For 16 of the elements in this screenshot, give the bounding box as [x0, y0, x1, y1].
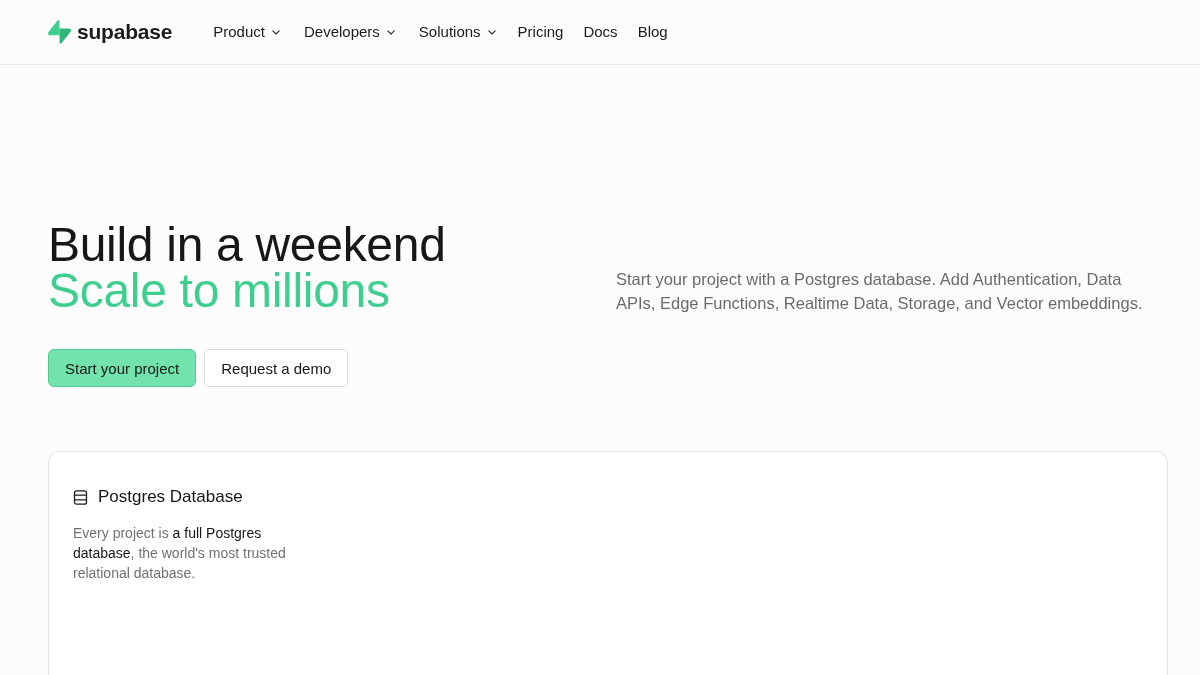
- request-demo-button[interactable]: Request a demo: [204, 349, 349, 387]
- nav-menu-button[interactable]: Solutions: [406, 16, 508, 48]
- logo-wordmark[interactable]: supabase: [77, 20, 173, 44]
- hero-title: Build in a weekend: [48, 222, 446, 268]
- nav-menu-button[interactable]: Product: [201, 16, 292, 48]
- database-icon: [73, 489, 88, 505]
- hero-description: Start your project with a Postgres database. Add Authentication, Data APIs, Edge Functions, Realtime Data, Storage, and Vector embeddings.: [615, 269, 1144, 314]
- start-project-button[interactable]: Start your project: [48, 349, 197, 387]
- lightning-bolt-icon[interactable]: [48, 20, 71, 44]
- nav-link[interactable]: Pricing: [507, 16, 574, 48]
- hero-subtitle: Scale to millions: [48, 268, 390, 314]
- feature-description: Every project is a full Postgres database, the world's most trusted relational database.: [73, 524, 287, 583]
- nav-menu-button[interactable]: Developers: [292, 16, 407, 48]
- feature-title: Postgres Database: [98, 486, 243, 508]
- nav-link[interactable]: Docs: [573, 16, 628, 48]
- nav-link[interactable]: Blog: [627, 16, 678, 48]
